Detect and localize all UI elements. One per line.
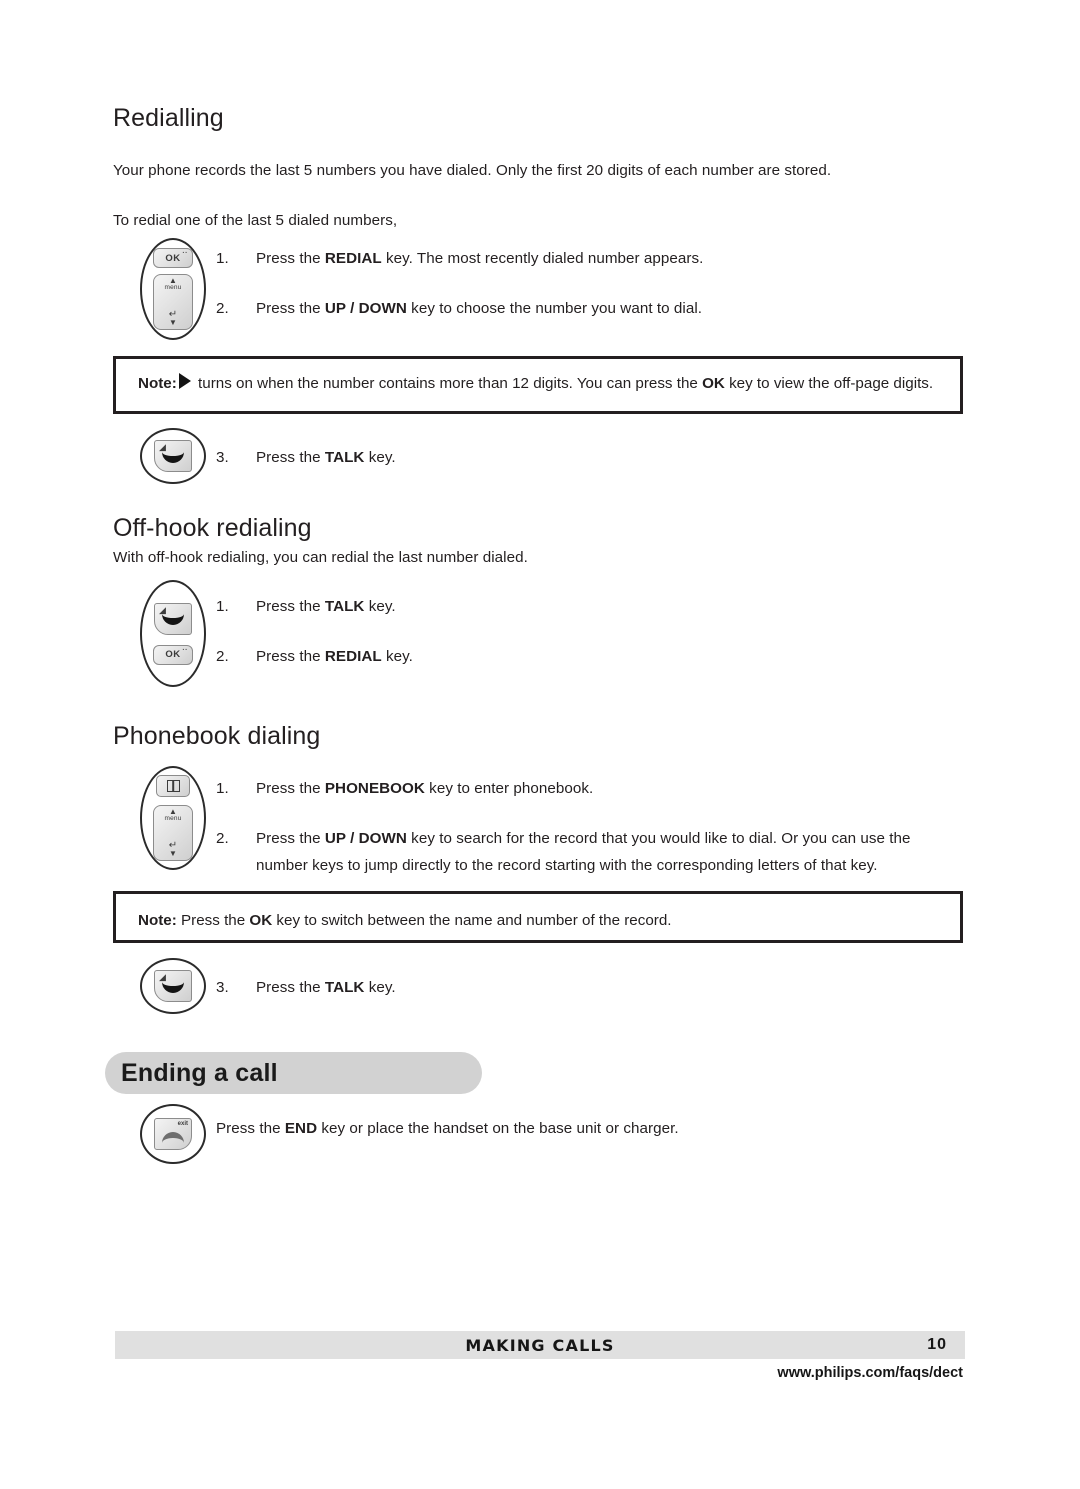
right-triangle-icon [178, 373, 191, 389]
step-text: Press the TALK key. [256, 449, 396, 466]
step-number: 2. [216, 648, 229, 665]
section-banner-ending-a-call: Ending a call [105, 1052, 482, 1094]
note-text: turns on when the number contains more t… [193, 375, 934, 392]
note-label: Note: [138, 375, 177, 392]
menu-key-label: menu [164, 284, 182, 291]
step-text: Press the UP / DOWN key to choose the nu… [256, 300, 703, 317]
step-text: Press the UP / DOWN key to search for th… [256, 830, 911, 874]
phonebook-step-2: 2. Press the UP / DOWN key to search for… [216, 825, 961, 879]
heading-off-hook-redialing: Off-hook redialing [113, 514, 312, 542]
handset-hangup-icon [162, 1131, 184, 1144]
ending-call-instruction: Press the END key or place the handset o… [216, 1115, 956, 1142]
ok-key-mark: ·· [182, 250, 188, 257]
exit-label: exit [177, 1121, 188, 1127]
talk-key-icon: ◢ [154, 440, 192, 472]
step-number: 2. [216, 830, 229, 847]
ok-key-label: OK [165, 252, 181, 264]
ok-key-icon: OK ·· [153, 644, 193, 665]
talk-key-icon: ◢ [154, 602, 192, 635]
redialling-step-3: 3. Press the TALK key. [216, 444, 956, 471]
nav-menu-key-icon: ▲ menu ↵ ▼ [153, 805, 193, 861]
footer-bar: MAKING CALLS 10 [115, 1331, 965, 1359]
footer-chapter-label: MAKING CALLS [465, 1335, 615, 1355]
keycap-group-talk-ok: ◢ OK ·· [140, 580, 206, 687]
step-number: 1. [216, 780, 229, 797]
step-number: 3. [216, 449, 229, 466]
ok-key-icon: OK ·· [153, 248, 193, 268]
step-text: Press the TALK key. [256, 598, 396, 615]
step-text: Press the REDIAL key. [256, 648, 413, 665]
step-text: Press the PHONEBOOK key to enter phonebo… [256, 780, 594, 797]
ok-key-label: OK [165, 649, 181, 660]
step-number: 3. [216, 979, 229, 996]
open-book-icon [166, 780, 180, 792]
ok-key-mark: ·· [182, 646, 188, 654]
end-key-icon: exit [154, 1118, 192, 1150]
nav-menu-key-icon: ▲ menu ↵ ▼ [153, 274, 193, 330]
talk-key-icon: ◢ [154, 970, 192, 1002]
heading-redialling: Redialling [113, 104, 224, 132]
handset-icon [162, 981, 184, 993]
heading-phonebook-dialing: Phonebook dialing [113, 722, 321, 750]
redialling-lead-in: To redial one of the last 5 dialed numbe… [113, 212, 398, 229]
redialling-intro: Your phone records the last 5 numbers yo… [113, 162, 832, 179]
arrow-down-icon: ▼ [169, 318, 177, 327]
keycap-group-ok-nav: OK ·· ▲ menu ↵ ▼ [140, 238, 206, 340]
redialling-step-1: 1. Press the REDIAL key. The most recent… [216, 245, 956, 272]
manual-page: Redialling Your phone records the last 5… [0, 0, 1080, 1489]
off-hook-intro: With off-hook redialing, you can redial … [113, 549, 528, 566]
instruction-text: Press the END key or place the handset o… [216, 1120, 679, 1137]
off-hook-step-1: 1. Press the TALK key. [216, 593, 956, 620]
note-box-redialling: Note: turns on when the number contains … [113, 356, 963, 414]
handset-icon [162, 613, 184, 626]
step-text: Press the REDIAL key. The most recently … [256, 250, 704, 267]
keycap-end: exit [140, 1104, 206, 1164]
off-hook-step-2: 2. Press the REDIAL key. [216, 643, 956, 670]
arrow-down-icon: ▼ [169, 849, 177, 858]
handset-icon [162, 451, 184, 463]
keycap-talk-2: ◢ [140, 958, 206, 1014]
redialling-step-2: 2. Press the UP / DOWN key to choose the… [216, 295, 956, 322]
step-number: 1. [216, 250, 229, 267]
step-text: Press the TALK key. [256, 979, 396, 996]
note-label: Note: [138, 912, 177, 929]
step-number: 2. [216, 300, 229, 317]
keycap-talk-1: ◢ [140, 428, 206, 484]
menu-key-label: menu [164, 815, 182, 822]
step-number: 1. [216, 598, 229, 615]
keycap-group-phonebook-nav: ▲ menu ↵ ▼ [140, 766, 206, 870]
phonebook-step-1: 1. Press the PHONEBOOK key to enter phon… [216, 775, 956, 802]
phonebook-step-3: 3. Press the TALK key. [216, 974, 956, 1001]
footer-page-number: 10 [927, 1336, 947, 1353]
banner-title: Ending a call [121, 1058, 278, 1087]
note-text: Press the OK key to switch between the n… [176, 912, 672, 929]
note-box-phonebook: Note: Press the OK key to switch between… [113, 891, 963, 943]
footer-url: www.philips.com/faqs/dect [777, 1365, 963, 1381]
phonebook-key-icon [156, 775, 190, 797]
